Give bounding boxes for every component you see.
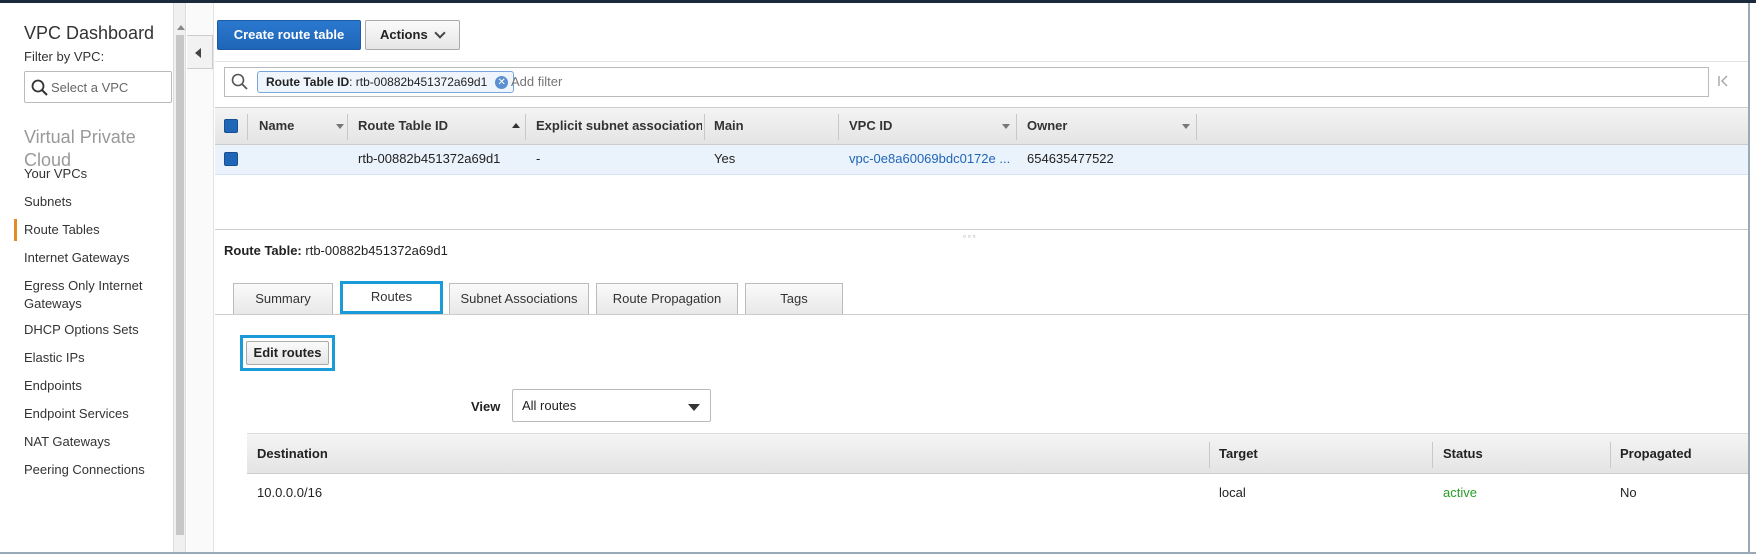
row-checkbox[interactable] [224, 152, 238, 166]
route-tables-header: Name Route Table ID Explicit subnet asso… [215, 107, 1756, 145]
add-filter-input[interactable] [511, 74, 811, 89]
view-label: View [471, 399, 501, 414]
cell-main: Yes [714, 151, 736, 166]
sidebar-item-endpoints[interactable]: Endpoints [24, 377, 164, 395]
actions-label: Actions [380, 27, 428, 42]
column-header-route-table-id[interactable]: Route Table ID [358, 108, 508, 144]
column-header-explicit-subnet-association[interactable]: Explicit subnet association [536, 108, 702, 144]
sort-icon[interactable] [1182, 124, 1190, 129]
sidebar-item-elastic-ips[interactable]: Elastic IPs [24, 349, 164, 367]
sidebar-collapse-column [187, 3, 214, 554]
resize-grip-icon[interactable]: ▫▫▫ [963, 232, 978, 241]
route-table-id-value: rtb-00882b451372a69d1 [305, 243, 448, 258]
route-table-detail-label: Route Table: rtb-00882b451372a69d1 [224, 243, 448, 258]
select-all-checkbox[interactable] [224, 119, 238, 133]
column-header-status: Status [1443, 446, 1483, 461]
sidebar-item-subnets[interactable]: Subnets [24, 193, 164, 211]
filter-chip[interactable]: Route Table ID: rtb-00882b451372a69d1 ✕ [257, 71, 515, 93]
column-header-propagated: Propagated [1620, 446, 1692, 461]
tab-route-propagation[interactable]: Route Propagation [596, 283, 738, 314]
view-select-value: All routes [522, 398, 577, 413]
column-header-target: Target [1219, 446, 1258, 461]
column-divider [1610, 442, 1611, 468]
sort-icon[interactable] [1002, 124, 1010, 129]
sidebar-title[interactable]: VPC Dashboard [24, 23, 154, 44]
search-icon [231, 73, 248, 90]
sidebar-item-endpoint-services[interactable]: Endpoint Services [24, 405, 164, 423]
cell-name [259, 145, 349, 174]
sort-icon[interactable] [336, 124, 344, 129]
tab-tags[interactable]: Tags [745, 283, 843, 314]
cell-owner: 654635477522 [1027, 151, 1114, 166]
filter-chip-key: Route Table ID [266, 75, 350, 89]
edit-routes-highlight: Edit routes [240, 335, 335, 371]
route-table-label: Route Table: [224, 243, 302, 258]
filter-bar[interactable]: Route Table ID: rtb-00882b451372a69d1 ✕ [224, 67, 1709, 97]
column-divider [838, 114, 839, 140]
sidebar-item-egress-only-internet-gateways[interactable]: Egress Only Internet Gateways [24, 277, 164, 313]
tabs-divider [215, 314, 1756, 315]
filter-chip-value: : rtb-00882b451372a69d1 [349, 75, 488, 89]
tab-routes[interactable]: Routes [340, 281, 443, 314]
actions-dropdown-button[interactable]: Actions [365, 20, 460, 50]
cell-status: active [1443, 485, 1477, 500]
column-header-vpc-id[interactable]: VPC ID [849, 108, 999, 144]
routes-table-header: Destination Target Status Propagated [247, 433, 1756, 474]
column-divider [1432, 442, 1433, 468]
panel-splitter[interactable] [215, 229, 1756, 230]
sidebar-item-internet-gateways[interactable]: Internet Gateways [24, 249, 164, 267]
cell-vpc-id-link[interactable]: vpc-0e8a60069bdc0172e ... [849, 145, 1014, 174]
main-content: Create route table Actions Route Table I… [215, 3, 1756, 554]
toolbar-divider [215, 61, 1756, 62]
column-divider [704, 114, 705, 140]
first-page-icon[interactable] [1717, 73, 1731, 89]
column-divider [347, 114, 348, 140]
vpc-filter-placeholder: Select a VPC [51, 80, 129, 95]
search-icon [31, 79, 48, 96]
edit-routes-button[interactable]: Edit routes [246, 341, 329, 365]
cell-propagated: No [1620, 485, 1637, 500]
tab-subnet-associations[interactable]: Subnet Associations [449, 283, 589, 314]
window-bottom-edge [0, 552, 1756, 557]
column-divider [247, 114, 248, 140]
sidebar-scroll-thumb[interactable] [176, 35, 184, 535]
column-header-owner[interactable]: Owner [1027, 108, 1177, 144]
remove-filter-icon[interactable]: ✕ [495, 76, 509, 89]
sort-ascending-icon[interactable] [512, 123, 520, 128]
table-row: 10.0.0.0/16 local active No [247, 474, 1756, 512]
column-divider [1209, 442, 1210, 468]
cell-target: local [1219, 485, 1246, 500]
vpc-filter-select[interactable]: Select a VPC [24, 71, 172, 103]
column-header-main[interactable]: Main [714, 108, 824, 144]
cell-route-table-id: rtb-00882b451372a69d1 [358, 151, 501, 166]
caret-down-icon [688, 404, 700, 411]
cell-explicit-subnet-association: - [536, 151, 541, 166]
sidebar-item-peering-connections[interactable]: Peering Connections [24, 461, 164, 479]
tab-summary[interactable]: Summary [233, 283, 333, 314]
column-divider [1016, 114, 1017, 140]
column-divider [525, 114, 526, 140]
sidebar-scrollbar[interactable] [174, 3, 186, 554]
column-divider [1196, 114, 1197, 140]
column-header-destination: Destination [257, 446, 328, 461]
table-row[interactable]: rtb-00882b451372a69d1 - Yes vpc-0e8a6006… [215, 145, 1756, 175]
chevron-down-icon [434, 27, 446, 39]
view-select[interactable]: All routes [512, 389, 711, 422]
create-route-table-button[interactable]: Create route table [217, 20, 361, 50]
cell-destination: 10.0.0.0/16 [257, 485, 323, 500]
sidebar-item-your-vpcs[interactable]: Your VPCs [24, 165, 164, 183]
sidebar: VPC Dashboard Filter by VPC: Select a VP… [0, 3, 174, 554]
window-right-edge [1748, 3, 1756, 552]
sidebar-item-dhcp-options-sets[interactable]: DHCP Options Sets [24, 321, 164, 339]
sidebar-item-nat-gateways[interactable]: NAT Gateways [24, 433, 164, 451]
filter-by-vpc-label: Filter by VPC: [24, 49, 105, 64]
sidebar-item-route-tables[interactable]: Route Tables [14, 219, 164, 241]
scroll-up-icon[interactable] [177, 25, 185, 30]
collapse-sidebar-button[interactable] [187, 35, 213, 69]
